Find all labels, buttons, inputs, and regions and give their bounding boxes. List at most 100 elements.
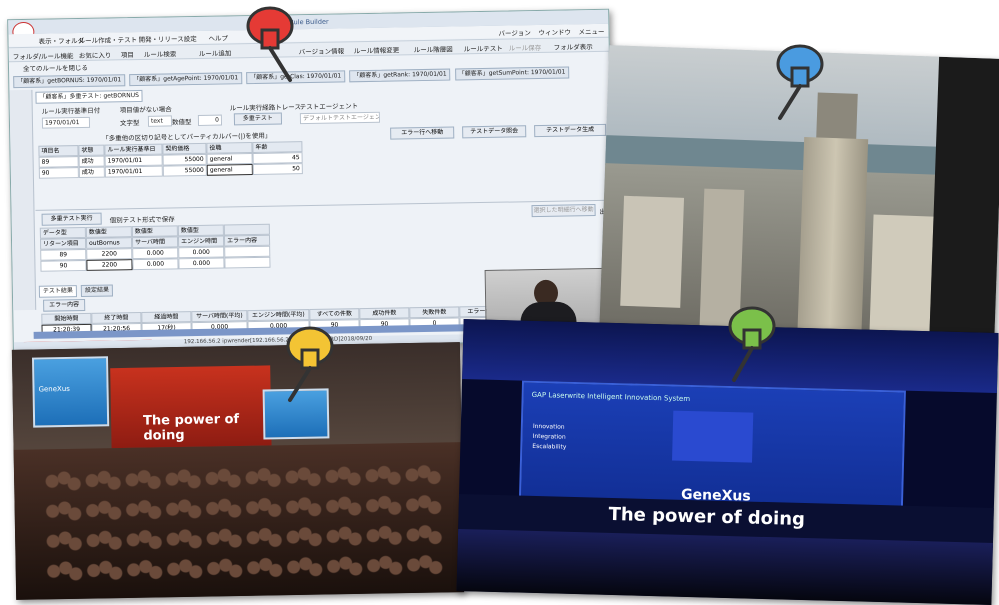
error-content-button[interactable]: エラー内容 bbox=[43, 298, 86, 312]
inner-tab-multitest[interactable]: 「顧客系」多重テスト: getBORNUS bbox=[35, 89, 143, 104]
doc-tab-getsumpoint[interactable]: 「顧客系」getSumPoint: 1970/01/01 bbox=[454, 66, 570, 81]
type-cell bbox=[223, 223, 270, 236]
multi-test-button[interactable]: 多重テスト bbox=[233, 112, 283, 126]
yellow-pin-icon bbox=[286, 326, 334, 402]
numeric-input[interactable]: 0 bbox=[197, 114, 223, 126]
toolbar-favorites[interactable]: お気に入り bbox=[79, 49, 112, 60]
toolbar-rule-test[interactable]: ルールテスト bbox=[464, 43, 503, 54]
trace-checkbox[interactable]: ルール実行経路トレース bbox=[230, 101, 301, 112]
table-cell: 89 bbox=[40, 248, 87, 261]
col-header: 成功件数 bbox=[359, 307, 410, 320]
input-data-table: 項目名 状態 ルール実行基準日付 契約価格 役職 年齢 89 成功 1970/0… bbox=[38, 141, 303, 179]
speaker-video bbox=[672, 410, 754, 463]
col-header: 契約価格 bbox=[162, 142, 207, 155]
stage-slogan: The power of doing bbox=[608, 503, 806, 531]
table-cell: 90 bbox=[38, 167, 79, 179]
menu-version[interactable]: バージョン bbox=[498, 27, 531, 38]
col-header: すべての件数 bbox=[309, 308, 360, 321]
toolbar-folder-view[interactable]: フォルダ表示 bbox=[554, 41, 593, 52]
type-cell: 数値型 bbox=[177, 224, 224, 237]
tab-setting-result[interactable]: 設定結果 bbox=[80, 284, 114, 298]
doc-tab-getbornus[interactable]: 「顧客系」getBORNUS: 1970/01/01 bbox=[13, 74, 126, 89]
table-cell[interactable]: general bbox=[206, 164, 253, 176]
table-cell bbox=[224, 245, 271, 258]
save-each-checkbox[interactable]: 個別テスト形式で保存 bbox=[110, 213, 175, 224]
table-cell: 90 bbox=[40, 259, 87, 272]
menu-item-view[interactable]: 表示・フォルダ bbox=[38, 35, 84, 46]
doc-tab-getagepoint[interactable]: 「顧客系」getAgePoint: 1970/01/01 bbox=[129, 72, 243, 87]
type-label: 文字型 bbox=[119, 118, 140, 128]
window-frame bbox=[928, 56, 999, 357]
menu-item-dev[interactable]: 開発・リリース設定 bbox=[138, 33, 196, 44]
menu-window[interactable]: ウィンドウ bbox=[538, 26, 571, 37]
goto-selected-row-button[interactable]: 選択した明細行へ移動 bbox=[531, 204, 596, 218]
toolbar-rule-add[interactable]: ルール追加 bbox=[199, 47, 232, 58]
screen-label: Escalability bbox=[532, 442, 567, 451]
menu-menu[interactable]: メニュー bbox=[578, 26, 604, 36]
red-banner: The power of doing bbox=[110, 365, 272, 449]
menu-item-help[interactable]: ヘルプ bbox=[208, 32, 228, 42]
tab-test-result[interactable]: テスト結果 bbox=[38, 285, 78, 298]
result-table: データ型 数値型 数値型 数値型 リターン項目名 outBornus サーバ時間… bbox=[39, 223, 271, 272]
type-cell: 数値型 bbox=[131, 225, 178, 238]
table-cell: 0.000 bbox=[132, 258, 179, 271]
table-cell: general bbox=[206, 153, 253, 165]
close-all-rules-button[interactable]: 全てのルールを閉じる bbox=[23, 62, 88, 73]
menu-item-rule[interactable]: ルール作成・テスト bbox=[78, 34, 137, 45]
table-cell: 55000 bbox=[162, 153, 207, 166]
green-pin-icon bbox=[728, 306, 776, 382]
col-header: outBornus bbox=[85, 237, 133, 249]
toolbar-rule-save[interactable]: ルール保存 bbox=[509, 42, 542, 53]
exec-date-select[interactable]: 1970/01/01 bbox=[41, 116, 91, 129]
type-cell: 数値型 bbox=[85, 226, 132, 238]
audience-heads bbox=[43, 462, 446, 590]
toolbar-version-info[interactable]: バージョン情報 bbox=[299, 45, 345, 56]
col-header: 開始時間 bbox=[41, 312, 92, 325]
goto-error-row-button[interactable]: エラー行へ移動 bbox=[390, 126, 455, 140]
test-data-generate-button[interactable]: テストデータ生成 bbox=[534, 123, 607, 138]
audience-silhouettes bbox=[456, 528, 993, 605]
engine-label: テストエージェント bbox=[299, 102, 359, 112]
divider bbox=[35, 199, 610, 211]
table-cell: 成功 bbox=[78, 166, 105, 179]
toolbar-folder-rule[interactable]: フォルダ/ルール機能 bbox=[13, 50, 74, 61]
table-cell[interactable]: 2200 bbox=[86, 259, 133, 271]
col-header: エンジン時間 bbox=[177, 235, 225, 248]
col-header: サーバ時間 bbox=[131, 236, 179, 249]
col-header: 失敗件数 bbox=[409, 306, 460, 319]
toolbar-item[interactable]: 項目 bbox=[121, 49, 134, 59]
banner-slogan: The power of doing bbox=[142, 411, 240, 444]
no-item-checkbox[interactable]: 項目値がない場合 bbox=[120, 103, 172, 114]
screen-title: GAP Laserwrite Intelligent Innovation Sy… bbox=[531, 390, 691, 403]
col-header: エラー内容 bbox=[223, 234, 271, 247]
type-input[interactable]: text bbox=[147, 115, 173, 127]
run-multi-test-button[interactable]: 多重テスト実行 bbox=[41, 212, 102, 226]
toolbar-rule-search[interactable]: ルール検索 bbox=[144, 48, 177, 59]
table-cell: 0.000 bbox=[178, 257, 225, 270]
toolbar-rule-tree[interactable]: ルール階層図 bbox=[414, 44, 453, 55]
table-cell: 成功 bbox=[78, 155, 105, 168]
numeric-label: 数値型 bbox=[171, 118, 192, 127]
col-header: 状態 bbox=[78, 144, 105, 157]
table-cell: 2200 bbox=[86, 248, 133, 260]
col-header: 項目名 bbox=[38, 145, 79, 157]
col-header: 経過時間 bbox=[141, 311, 192, 323]
table-cell: 0.000 bbox=[178, 246, 225, 259]
doc-tab-getrank[interactable]: 「顧客系」getRank: 1970/01/01 bbox=[349, 68, 451, 83]
toolbar-rule-info[interactable]: ルール情報変更 bbox=[354, 44, 400, 55]
col-header: 終了時間 bbox=[91, 311, 142, 324]
table-cell bbox=[224, 256, 271, 269]
building bbox=[620, 195, 685, 308]
left-screen-text: GeneXus bbox=[38, 384, 70, 394]
exec-date-checkbox[interactable]: ルール実行基準日付 bbox=[42, 105, 101, 116]
engine-input[interactable]: デフォルトテストエージェント bbox=[299, 111, 381, 125]
software-screenshot-photo: GeneXus Rule Builder 表示・フォルダ ルール作成・テスト 開… bbox=[7, 8, 615, 352]
blue-pin-icon bbox=[776, 44, 824, 120]
conference-hall-photo-left: GeneXus The power of doing bbox=[11, 342, 465, 600]
side-icon-strip bbox=[9, 89, 37, 311]
table-cell: 1970/01/01 bbox=[104, 165, 163, 178]
type-cell: データ型 bbox=[39, 226, 86, 239]
col-header: 年齢 bbox=[252, 141, 303, 154]
test-data-query-button[interactable]: テストデータ照会 bbox=[462, 125, 527, 139]
table-cell: 55000 bbox=[162, 164, 207, 177]
